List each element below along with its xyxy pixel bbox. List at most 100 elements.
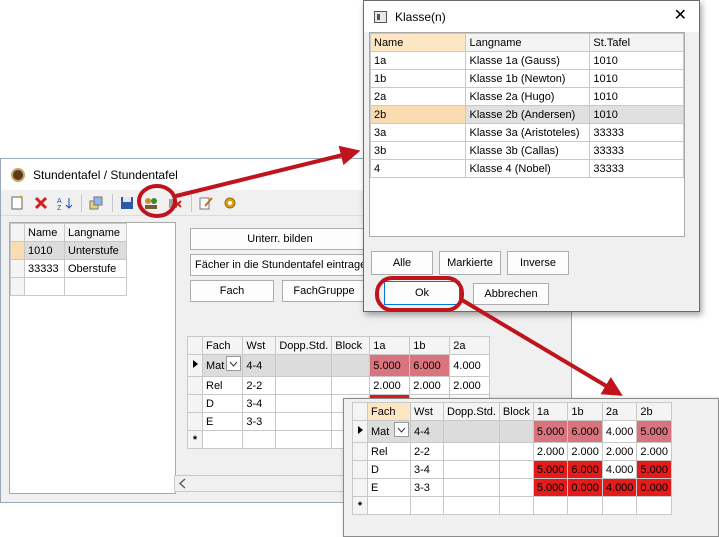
cell-fach[interactable]: D <box>201 394 244 413</box>
new-row-marker[interactable]: * <box>187 430 203 449</box>
table-row[interactable]: 4 Klasse 4 (Nobel) 33333 <box>369 159 684 178</box>
ok-button[interactable]: Ok <box>384 281 460 305</box>
cell-dopp-std[interactable] <box>443 442 500 461</box>
column-header-1b[interactable]: 1b <box>567 402 603 421</box>
row-indicator[interactable] <box>352 442 368 461</box>
table-row[interactable]: Mat 4-4 5.000 6.000 4.000 5.000 <box>352 420 672 443</box>
column-header-st-tafel[interactable]: St.Tafel <box>589 33 684 52</box>
cell-name[interactable]: 4 <box>369 159 467 178</box>
cell-1b[interactable]: 2.000 <box>567 442 603 461</box>
cell-langname[interactable]: Klasse 3b (Callas) <box>465 141 591 160</box>
column-header-dopp-std[interactable]: Dopp.Std. <box>443 402 500 421</box>
cell-wst[interactable]: 3-3 <box>242 412 277 431</box>
cell-1a[interactable]: 5.000 <box>532 478 569 497</box>
save-icon[interactable] <box>117 193 137 213</box>
table-row[interactable]: 3b Klasse 3b (Callas) 33333 <box>369 141 684 160</box>
column-header-langname[interactable]: Langname <box>64 223 127 242</box>
cell-wst[interactable]: 3-3 <box>410 478 444 497</box>
cell-2a[interactable]: 4.000 <box>601 460 638 479</box>
table-row-selected[interactable]: 2b Klasse 2b (Andersen) 1010 <box>369 105 684 124</box>
row-indicator[interactable] <box>187 394 203 413</box>
copy-icon[interactable] <box>86 193 106 213</box>
dialog-vertical-scrollbar[interactable] <box>685 32 697 237</box>
cell-name[interactable]: 2a <box>369 87 467 106</box>
cell-fach[interactable]: Rel <box>201 376 244 395</box>
cell-langname[interactable]: Oberstufe <box>64 259 127 278</box>
row-indicator[interactable] <box>187 412 203 431</box>
cell-2b[interactable]: 5.000 <box>636 420 672 443</box>
cell-1b[interactable]: 2.000 <box>409 376 451 395</box>
cell-block[interactable] <box>331 354 371 377</box>
cell-1a[interactable]: 5.000 <box>532 420 569 443</box>
cell-1a[interactable]: 2.000 <box>369 376 411 395</box>
cell-1b[interactable]: 6.000 <box>409 354 451 377</box>
cell-wst[interactable]: 3-4 <box>410 460 444 479</box>
table-row[interactable]: E 3-3 5.000 0.000 4.000 0.000 <box>352 478 672 497</box>
cell-wst[interactable] <box>410 496 444 515</box>
cell-wst[interactable]: 4-4 <box>242 354 277 377</box>
row-indicator[interactable] <box>352 460 368 479</box>
cell-langname[interactable]: Klasse 2b (Andersen) <box>465 105 591 124</box>
column-header-langname[interactable]: Langname <box>465 33 591 52</box>
cell-st-tafel[interactable]: 1010 <box>589 87 684 106</box>
cell-name[interactable]: 1010 <box>24 241 65 260</box>
cell-2b[interactable]: 5.000 <box>636 460 672 479</box>
cell-1a[interactable]: 5.000 <box>532 460 569 479</box>
cell-langname[interactable]: Klasse 2a (Hugo) <box>465 87 591 106</box>
row-pointer-icon[interactable] <box>187 354 203 377</box>
column-header-dopp-std[interactable]: Dopp.Std. <box>275 336 333 355</box>
column-header-1a[interactable]: 1a <box>369 336 411 355</box>
faecher-eintragen-button[interactable]: Fächer in die Stundentafel eintragen <box>190 254 370 276</box>
cell-1a[interactable]: 2.000 <box>532 442 569 461</box>
cell-wst[interactable]: 2-2 <box>410 442 444 461</box>
cell-fach[interactable] <box>367 496 411 515</box>
row-indicator[interactable] <box>187 376 203 395</box>
column-header-wst[interactable]: Wst <box>410 402 444 421</box>
new-icon[interactable] <box>7 193 27 213</box>
cell-dopp-std[interactable] <box>275 394 333 413</box>
column-header-2a[interactable]: 2a <box>449 336 491 355</box>
cell-fach[interactable] <box>201 430 244 449</box>
cell-dopp-std[interactable] <box>275 430 333 449</box>
cell-st-tafel[interactable]: 33333 <box>589 141 684 160</box>
cell-name[interactable]: 3a <box>369 123 467 142</box>
column-header-fach[interactable]: Fach <box>367 402 411 421</box>
cell-1a[interactable]: 5.000 <box>369 354 411 377</box>
row-indicator[interactable] <box>10 241 25 260</box>
row-indicator[interactable] <box>10 277 25 296</box>
table-row[interactable]: 2a Klasse 2a (Hugo) 1010 <box>369 87 684 106</box>
cell-langname[interactable]: Klasse 3a (Aristoteles) <box>465 123 591 142</box>
cell-fach[interactable]: E <box>201 412 244 431</box>
table-row[interactable]: 1010 Unterstufe <box>10 241 127 260</box>
fach-button[interactable]: Fach <box>190 280 274 302</box>
cell-langname[interactable]: Klasse 4 (Nobel) <box>465 159 591 178</box>
cell-2a[interactable]: 2.000 <box>601 442 638 461</box>
table-row[interactable]: Mat 4-4 5.000 6.000 4.000 <box>187 354 491 377</box>
cell-fach[interactable]: Mat <box>201 354 244 377</box>
cell-dopp-std[interactable] <box>275 412 333 431</box>
column-header-name[interactable]: Name <box>24 223 65 242</box>
table-row[interactable]: 1a Klasse 1a (Gauss) 1010 <box>369 51 684 70</box>
remove-icon[interactable] <box>165 193 185 213</box>
cell-name[interactable]: 1a <box>369 51 467 70</box>
delete-icon[interactable] <box>31 193 51 213</box>
cell-1b[interactable] <box>567 496 603 515</box>
dropdown-icon[interactable] <box>226 356 242 371</box>
column-header-name[interactable]: Name <box>369 33 467 52</box>
cell-wst[interactable]: 2-2 <box>242 376 277 395</box>
cell-2a[interactable]: 4.000 <box>601 420 638 443</box>
cell-2b[interactable] <box>636 496 672 515</box>
cell-block[interactable] <box>331 376 371 395</box>
cell-st-tafel[interactable]: 33333 <box>589 123 684 142</box>
inverse-button[interactable]: Inverse <box>507 251 569 275</box>
cell-name[interactable] <box>24 277 65 296</box>
table-row[interactable]: 3a Klasse 3a (Aristoteles) 33333 <box>369 123 684 142</box>
table-row[interactable]: 1b Klasse 1b (Newton) 1010 <box>369 69 684 88</box>
cell-block[interactable] <box>498 478 534 497</box>
cell-1b[interactable]: 6.000 <box>567 460 603 479</box>
abbrechen-button[interactable]: Abbrechen <box>473 283 549 305</box>
table-row[interactable]: 33333 Oberstufe <box>10 259 127 278</box>
cell-name[interactable]: 33333 <box>24 259 65 278</box>
cell-block[interactable] <box>498 420 534 443</box>
cell-st-tafel[interactable]: 1010 <box>589 105 684 124</box>
